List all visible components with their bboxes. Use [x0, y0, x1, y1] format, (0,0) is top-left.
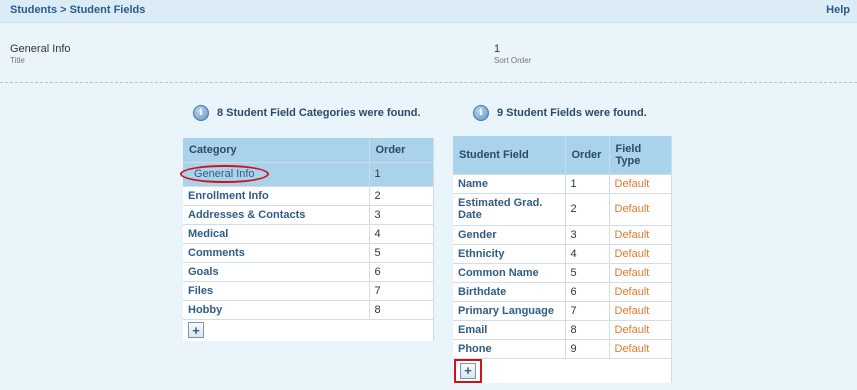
column-header-student-field[interactable]: Student Field: [453, 136, 566, 174]
category-order-cell: 8: [369, 299, 434, 319]
category-order-cell: 7: [369, 280, 434, 300]
table-header-row: Student Field Order Field Type: [453, 136, 672, 174]
column-header-category[interactable]: Category: [183, 138, 370, 162]
table-row[interactable]: Addresses & Contacts 3: [183, 204, 434, 224]
table-row[interactable]: Comments 5: [183, 242, 434, 262]
field-name-link[interactable]: Ethnicity: [453, 243, 566, 263]
field-order-cell: 3: [565, 224, 610, 244]
top-bar: Students > Student Fields Help: [0, 0, 857, 23]
field-name-link[interactable]: Estimated Grad. Date: [453, 192, 566, 225]
table-row[interactable]: Gender 3 Default: [453, 224, 672, 244]
category-name-link[interactable]: Hobby: [183, 299, 370, 319]
table-row[interactable]: Birthdate 6 Default: [453, 281, 672, 301]
category-name-link[interactable]: Enrollment Info: [183, 185, 370, 205]
column-header-order[interactable]: Order: [565, 136, 610, 174]
table-row[interactable]: Goals 6: [183, 261, 434, 281]
field-name-link[interactable]: Phone: [453, 338, 566, 358]
categories-found-text: 8 Student Field Categories were found.: [217, 107, 421, 119]
field-name-link[interactable]: Gender: [453, 224, 566, 244]
table-row[interactable]: Medical 4: [183, 223, 434, 243]
category-order-cell: 6: [369, 261, 434, 281]
sort-order-label: Sort Order: [494, 56, 532, 65]
field-order-cell: 9: [565, 338, 610, 358]
table-row[interactable]: Ethnicity 4 Default: [453, 243, 672, 263]
add-category-button[interactable]: +: [188, 322, 204, 339]
table-row[interactable]: Enrollment Info 2: [183, 185, 434, 205]
field-order-cell: 1: [565, 173, 610, 193]
breadcrumb[interactable]: Students > Student Fields: [10, 4, 145, 16]
field-name-link[interactable]: Name: [453, 173, 566, 193]
add-field-button[interactable]: +: [460, 362, 476, 379]
category-order-cell: 5: [369, 242, 434, 262]
fields-found-text: 9 Student Fields were found.: [497, 107, 647, 119]
category-name-link[interactable]: Medical: [183, 223, 370, 243]
table-header-row: Category Order: [183, 138, 434, 162]
category-name-link[interactable]: Files: [183, 280, 370, 300]
category-name-link[interactable]: Addresses & Contacts: [183, 204, 370, 224]
field-type-cell: Default: [609, 262, 672, 282]
column-header-order[interactable]: Order: [369, 138, 434, 162]
table-row[interactable]: Hobby 8: [183, 299, 434, 319]
field-order-cell: 7: [565, 300, 610, 320]
add-row-cell: +: [453, 357, 672, 383]
category-name-link[interactable]: Goals: [183, 261, 370, 281]
field-order-cell: 4: [565, 243, 610, 263]
field-name-link[interactable]: Common Name: [453, 262, 566, 282]
fields-table: Student Field Order Field Type Name 1 De…: [453, 136, 672, 383]
category-name-cell[interactable]: General Info: [180, 161, 370, 186]
category-name-link[interactable]: Comments: [183, 242, 370, 262]
field-order-cell: 6: [565, 281, 610, 301]
field-name-link[interactable]: Birthdate: [453, 281, 566, 301]
table-footer-row: +: [453, 357, 672, 383]
field-type-cell: Default: [609, 319, 672, 339]
fields-found: i 9 Student Fields were found.: [473, 105, 647, 121]
category-order-cell: 1: [369, 161, 434, 186]
info-icon: i: [193, 105, 209, 121]
field-name-link[interactable]: Primary Language: [453, 300, 566, 320]
help-link[interactable]: Help: [826, 4, 850, 16]
table-row[interactable]: Name 1 Default: [453, 173, 672, 193]
category-order-cell: 2: [369, 185, 434, 205]
field-type-cell: Default: [609, 192, 672, 225]
category-order-cell: 3: [369, 204, 434, 224]
add-row-cell: +: [183, 318, 434, 341]
field-name-link[interactable]: Email: [453, 319, 566, 339]
table-row[interactable]: Common Name 5 Default: [453, 262, 672, 282]
table-row[interactable]: Email 8 Default: [453, 319, 672, 339]
field-order-cell: 2: [565, 192, 610, 225]
category-order-cell: 4: [369, 223, 434, 243]
field-type-cell: Default: [609, 300, 672, 320]
info-icon: i: [473, 105, 489, 121]
title-label: Title: [10, 56, 25, 65]
sort-order-field: 1 Sort Order: [494, 43, 531, 65]
table-row[interactable]: Primary Language 7 Default: [453, 300, 672, 320]
field-order-cell: 5: [565, 262, 610, 282]
sort-order-value: 1: [494, 43, 501, 55]
field-type-cell: Default: [609, 243, 672, 263]
title-value: General Info: [10, 43, 71, 55]
field-type-cell: Default: [609, 224, 672, 244]
title-field: General Info Title: [10, 43, 71, 65]
field-order-cell: 8: [565, 319, 610, 339]
table-row[interactable]: General Info 1: [180, 161, 434, 186]
categories-found: i 8 Student Field Categories were found.: [193, 105, 421, 121]
add-field-highlight: +: [454, 358, 482, 383]
categories-table: Category Order General Info 1 Enrollment…: [180, 138, 434, 341]
table-row[interactable]: Estimated Grad. Date 2 Default: [453, 192, 672, 225]
table-row[interactable]: Files 7: [183, 280, 434, 300]
table-footer-row: +: [183, 318, 434, 341]
field-type-cell: Default: [609, 173, 672, 193]
column-header-field-type[interactable]: Field Type: [609, 136, 672, 174]
field-type-cell: Default: [609, 338, 672, 358]
table-row[interactable]: Phone 9 Default: [453, 338, 672, 358]
field-type-cell: Default: [609, 281, 672, 301]
section-divider: [0, 82, 857, 83]
selected-category-link[interactable]: General Info: [180, 165, 269, 183]
